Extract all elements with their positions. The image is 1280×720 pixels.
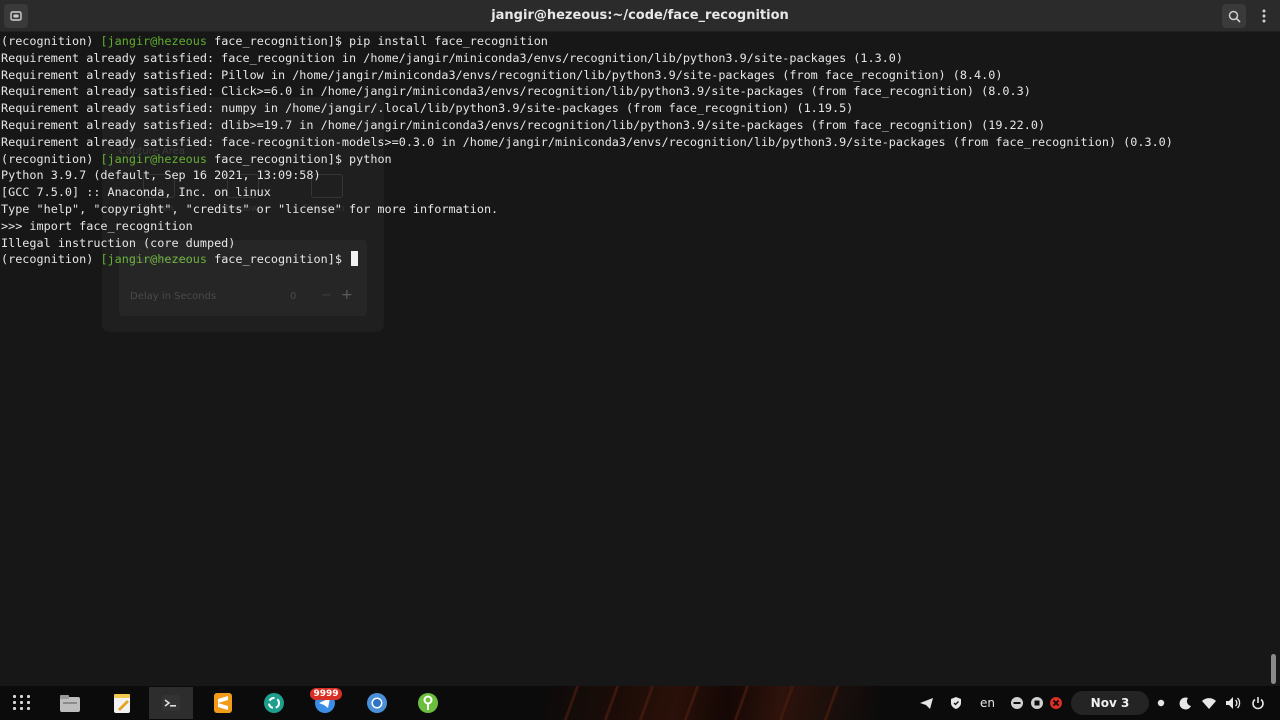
taskbar-app-text-editor[interactable]	[100, 687, 144, 719]
window-title: jangir@hezeous:~/code/face_recognition	[491, 8, 789, 23]
text-editor-icon	[114, 694, 130, 713]
terminal-line: [GCC 7.5.0] :: Anaconda, Inc. on linux	[1, 185, 271, 200]
power-icon[interactable]	[1250, 695, 1266, 711]
keyboard-layout-indicator[interactable]: en	[980, 686, 995, 720]
files-icon	[60, 695, 80, 712]
kebab-menu-icon	[1262, 9, 1266, 23]
taskbar-app-sublime-text[interactable]	[201, 687, 245, 719]
night-mode-icon[interactable]	[1177, 695, 1193, 711]
terminal-line: Requirement already satisfied: dlib>=19.…	[1, 117, 1046, 132]
sublime-text-icon	[214, 693, 232, 713]
maximize-all-icon[interactable]	[1029, 695, 1045, 711]
terminal-line: >>> import face_recognition	[1, 218, 193, 233]
chromium-icon	[367, 693, 387, 713]
taskbar-app-files[interactable]	[48, 687, 92, 719]
wifi-icon[interactable]	[1201, 695, 1217, 711]
notification-badge: 9999	[310, 688, 342, 700]
taskbar-app-recycle[interactable]	[252, 687, 296, 719]
terminal-icon	[162, 695, 180, 711]
notification-dot-icon[interactable]	[1153, 695, 1169, 711]
terminal-line: Requirement already satisfied: face-reco…	[1, 134, 1173, 149]
terminal-line: Requirement already satisfied: face_reco…	[1, 50, 903, 65]
recycle-icon	[264, 693, 284, 713]
terminal-line: (recognition) [jangir@hezeous face_recog…	[1, 34, 548, 48]
title-bar: jangir@hezeous:~/code/face_recognition	[0, 0, 1280, 32]
search-icon	[1228, 10, 1241, 23]
app-grid-icon[interactable]	[13, 695, 31, 711]
taskbar-app-keepassxc[interactable]	[406, 687, 450, 719]
telegram-tray-icon[interactable]	[918, 695, 934, 711]
terminal-scrollbar[interactable]	[1271, 654, 1276, 684]
terminal-prompt-line: (recognition) [jangir@hezeous face_recog…	[0, 251, 1270, 268]
taskbar: 9999 en Nov 3 19:00	[0, 686, 1280, 720]
terminal-line: Illegal instruction (core dumped)	[1, 235, 236, 250]
terminal-line: Type "help", "copyright", "credits" or "…	[1, 201, 499, 216]
minimize-all-icon[interactable]	[1009, 695, 1025, 711]
taskbar-app-terminal[interactable]	[149, 687, 193, 719]
keepassxc-icon	[418, 693, 438, 713]
clock[interactable]: Nov 3 19:00	[1071, 691, 1149, 715]
terminal-line: (recognition) [jangir@hezeous face_recog…	[1, 151, 392, 166]
terminal-line: Requirement already satisfied: Pillow in…	[1, 67, 1003, 82]
wallpaper-strip	[540, 686, 880, 720]
shield-icon[interactable]	[948, 695, 964, 711]
menu-button[interactable]	[1252, 4, 1276, 28]
taskbar-app-chromium[interactable]	[355, 687, 399, 719]
search-button[interactable]	[1222, 4, 1246, 28]
terminal-output[interactable]: (recognition) [jangir@hezeous face_recog…	[0, 33, 1270, 683]
terminal-line: Requirement already satisfied: numpy in …	[1, 101, 854, 116]
volume-icon[interactable]	[1225, 695, 1241, 711]
terminal-line: Python 3.9.7 (default, Sep 16 2021, 13:0…	[1, 168, 321, 183]
terminal-line: Requirement already satisfied: Click>=6.…	[1, 84, 1031, 99]
text-cursor	[351, 251, 359, 267]
close-all-icon[interactable]	[1048, 695, 1064, 711]
